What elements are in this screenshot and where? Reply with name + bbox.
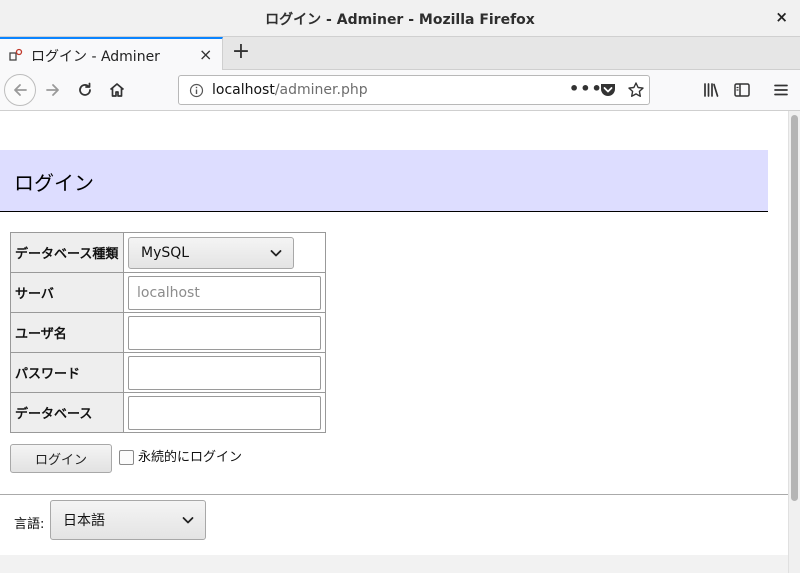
password-label: パスワード — [10, 352, 124, 393]
permanent-login-label[interactable]: 永続的にログイン — [138, 446, 242, 465]
sidebar-icon — [734, 83, 750, 97]
database-label: データベース — [10, 392, 124, 433]
login-form-table: データベース種類 MySQL サーバ ユーザ名 パスワード データベース — [10, 232, 326, 433]
navigation-toolbar: localhost/adminer.php ••• — [0, 70, 800, 111]
home-icon — [109, 83, 125, 97]
username-input[interactable] — [128, 315, 321, 350]
page-bottom-strip — [0, 555, 788, 573]
sidebar-toggle-button[interactable] — [726, 74, 758, 106]
new-tab-button[interactable]: + — [230, 40, 252, 66]
page-title: ログイン — [14, 171, 94, 195]
url-bar[interactable]: localhost/adminer.php ••• — [178, 75, 650, 105]
adminer-favicon-icon — [9, 48, 23, 61]
library-button[interactable] — [695, 74, 727, 106]
back-button[interactable] — [4, 74, 36, 106]
form-row-server: サーバ — [10, 272, 326, 313]
scrollbar-thumb[interactable] — [791, 115, 798, 501]
form-row-username: ユーザ名 — [10, 312, 326, 353]
driver-select-value: MySQL — [141, 244, 190, 261]
site-info-icon[interactable] — [189, 83, 204, 98]
url-path: /adminer.php — [274, 82, 368, 98]
url-text[interactable]: localhost/adminer.php — [212, 82, 368, 98]
home-button[interactable] — [101, 74, 133, 106]
page-content: ログイン データベース種類 MySQL サーバ ユーザ名 パスワード — [0, 111, 788, 573]
language-footer: 言語: 日本語 — [0, 494, 788, 555]
app-menu-button[interactable] — [765, 74, 797, 106]
url-host: localhost — [212, 82, 275, 98]
window-title: ログイン - Adminer - Mozilla Firefox — [265, 12, 535, 28]
language-label: 言語: — [14, 517, 45, 532]
library-icon — [704, 83, 719, 97]
reload-button[interactable] — [69, 74, 101, 106]
forward-button[interactable] — [37, 74, 69, 106]
language-select[interactable]: 日本語 — [50, 500, 206, 540]
permanent-login-checkbox[interactable] — [119, 450, 134, 465]
permanent-login-option[interactable]: 永続的にログイン — [119, 450, 242, 465]
login-button[interactable]: ログイン — [10, 444, 112, 473]
database-input[interactable] — [128, 395, 321, 430]
page-heading-bar: ログイン — [0, 150, 768, 212]
arrow-left-icon — [14, 84, 27, 96]
form-row-database: データベース — [10, 392, 326, 433]
chevron-down-icon — [270, 249, 282, 256]
form-row-password: パスワード — [10, 352, 326, 393]
driver-label: データベース種類 — [10, 232, 124, 273]
window-close-button[interactable]: × — [775, 8, 788, 26]
reload-icon — [79, 82, 91, 96]
page-actions-menu-icon[interactable]: ••• — [569, 79, 603, 98]
window-titlebar: ログイン - Adminer - Mozilla Firefox × — [0, 0, 800, 37]
driver-select[interactable]: MySQL — [128, 236, 294, 269]
tab-close-icon[interactable]: × — [199, 45, 212, 64]
page-scrollbar[interactable] — [788, 111, 800, 573]
server-label: サーバ — [10, 272, 124, 313]
arrow-right-icon — [46, 84, 59, 96]
pocket-icon[interactable] — [599, 82, 617, 98]
hamburger-menu-icon — [774, 84, 788, 96]
tab-label: ログイン - Adminer — [31, 49, 160, 65]
password-input[interactable] — [128, 355, 321, 390]
bookmark-star-icon[interactable] — [627, 81, 645, 99]
tab-strip: ログイン - Adminer × + — [0, 37, 800, 70]
tab-adminer-login[interactable]: ログイン - Adminer × — [0, 37, 223, 70]
language-select-value: 日本語 — [63, 513, 105, 529]
form-row-driver: データベース種類 MySQL — [10, 232, 326, 273]
chevron-down-icon — [182, 517, 194, 524]
server-input[interactable] — [128, 275, 321, 310]
username-label: ユーザ名 — [10, 312, 124, 353]
